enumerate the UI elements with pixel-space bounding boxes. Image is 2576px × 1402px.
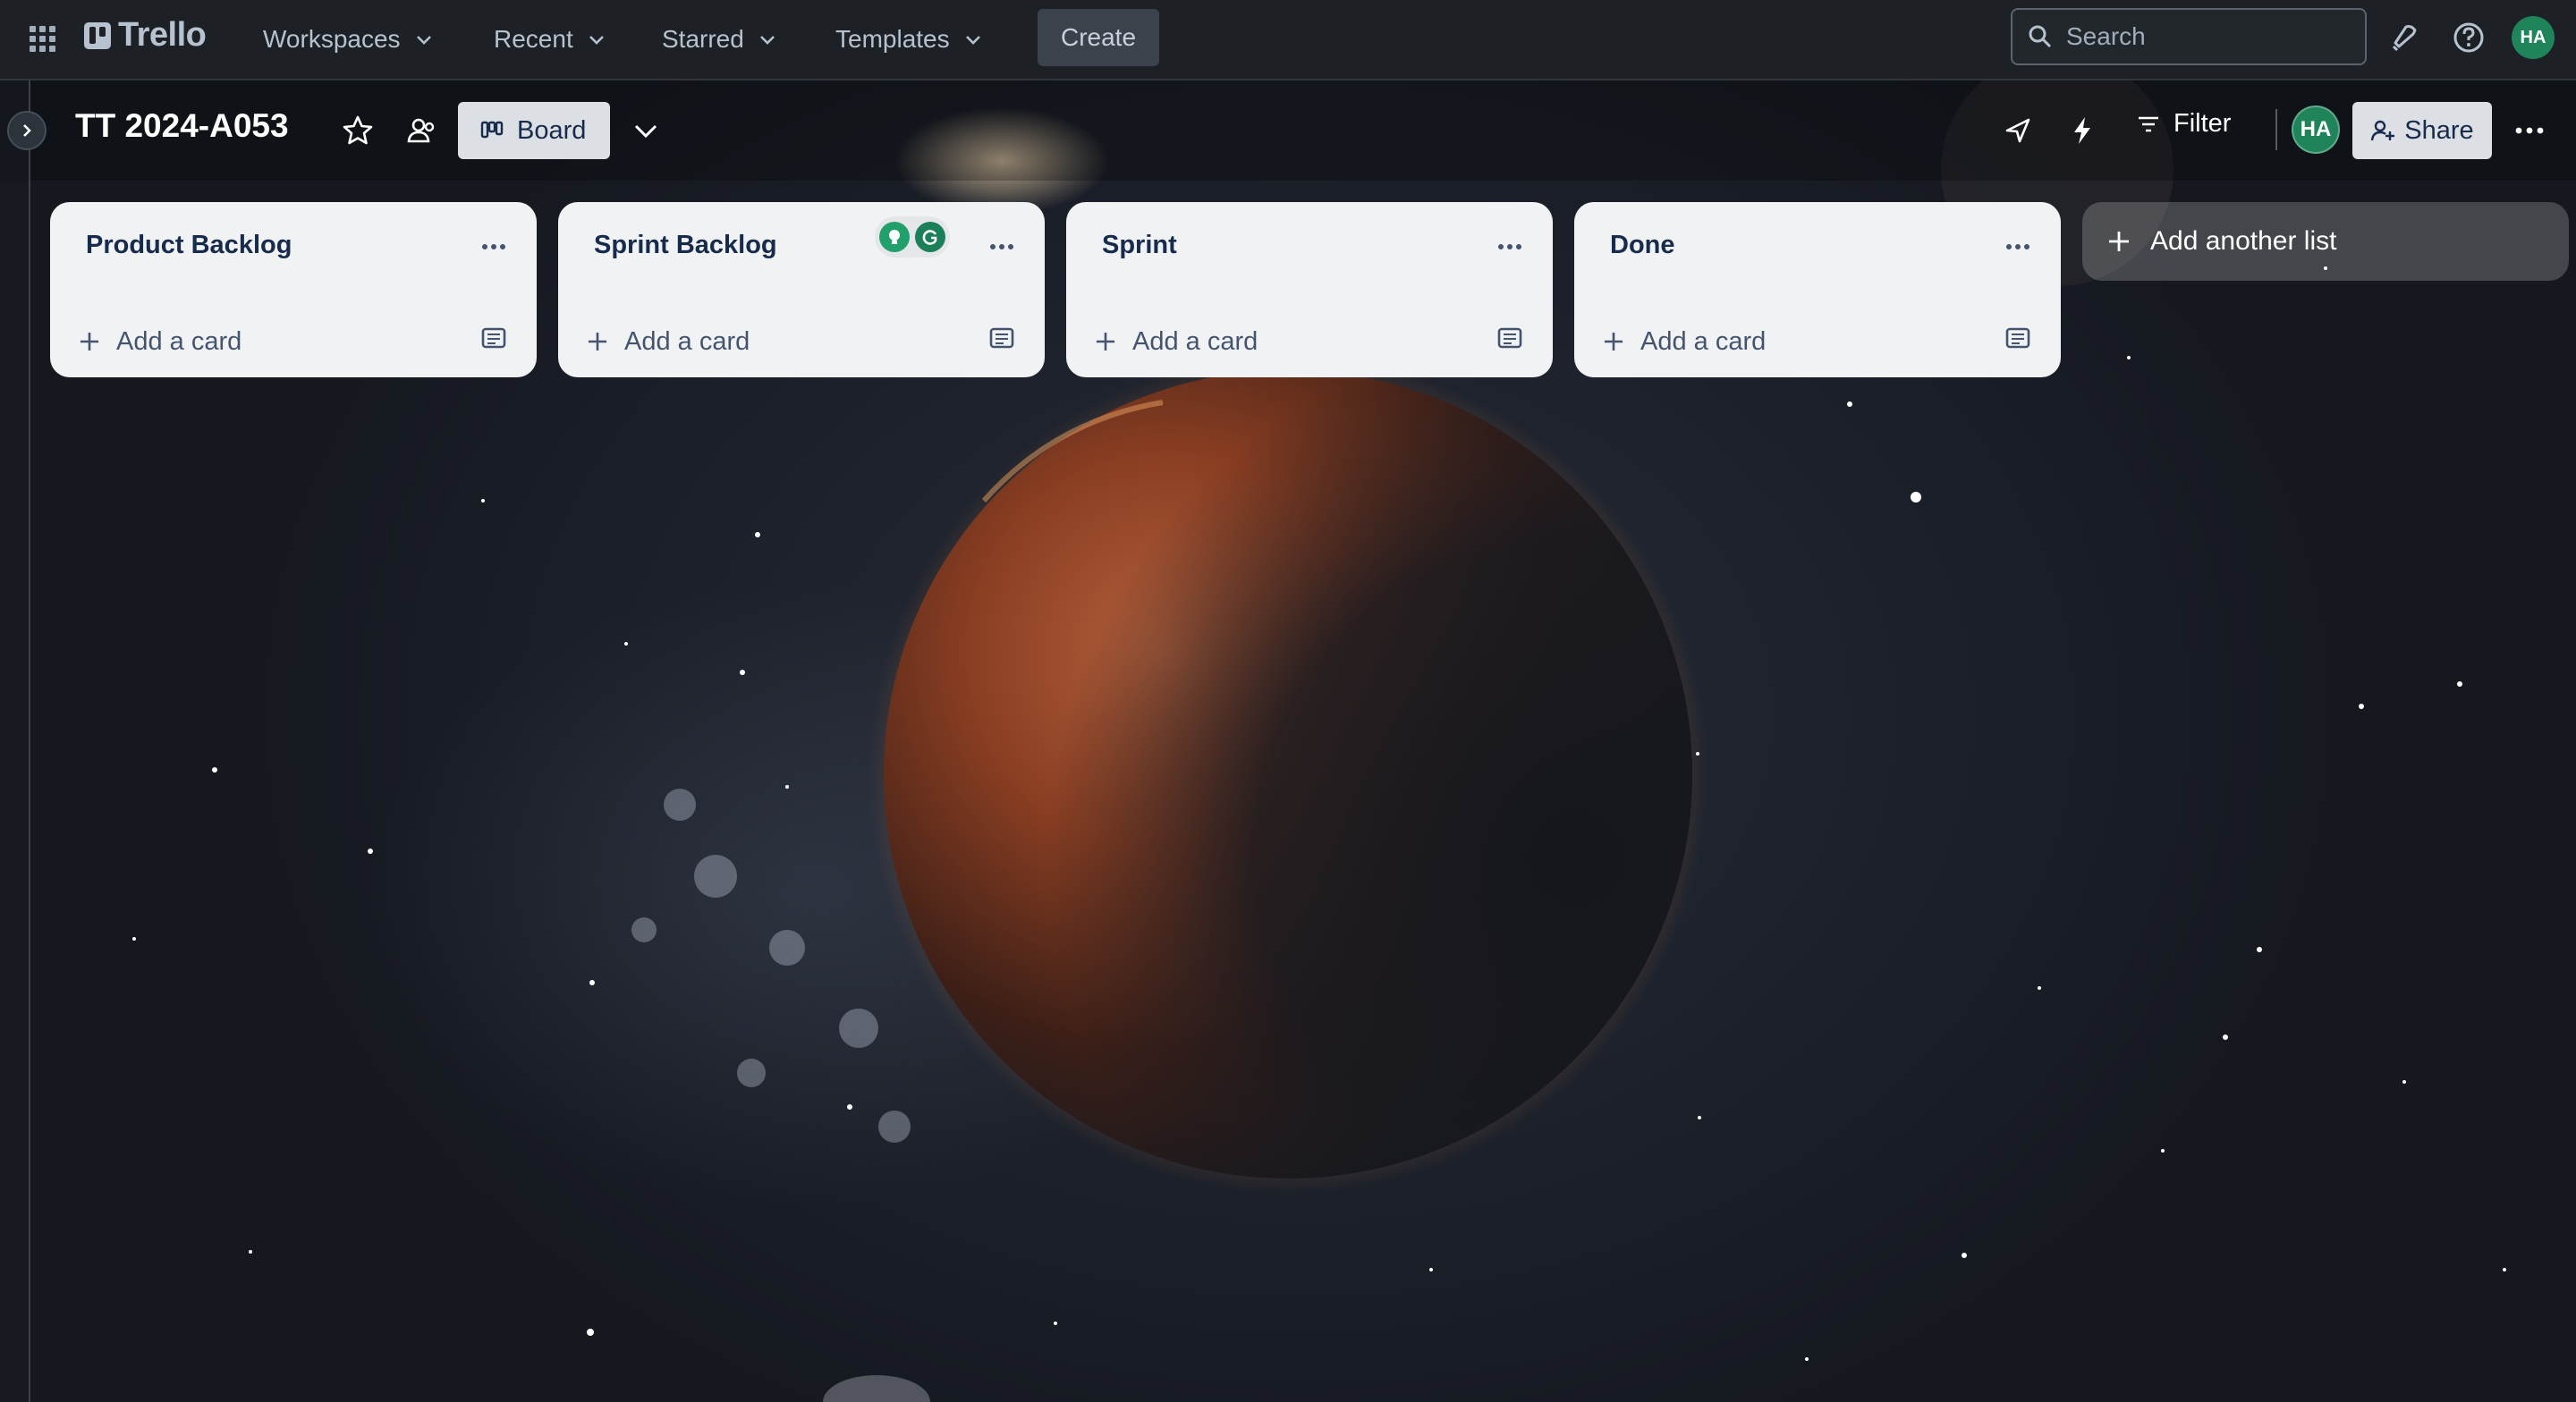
starred-label: Starred: [662, 25, 744, 53]
create-from-template-icon[interactable]: [2002, 322, 2034, 354]
user-avatar[interactable]: HA: [2512, 16, 2555, 59]
add-card-button[interactable]: Add a card: [77, 317, 453, 367]
search-box[interactable]: [2011, 8, 2367, 65]
expand-sidebar-button[interactable]: [7, 111, 47, 150]
add-member-icon: [2371, 120, 2395, 141]
chevron-down-icon: [416, 36, 431, 45]
plus-icon: [589, 333, 606, 350]
header-divider: [2275, 109, 2277, 150]
recent-label: Recent: [494, 25, 573, 53]
grid-icon[interactable]: [27, 23, 59, 55]
add-card-label: Add a card: [116, 326, 242, 356]
add-another-list-label: Add another list: [2150, 226, 2337, 256]
add-card-label: Add a card: [1132, 326, 1258, 356]
list-actions-icon[interactable]: [984, 229, 1020, 265]
workspaces-label: Workspaces: [263, 25, 401, 53]
starred-menu[interactable]: Starred: [662, 20, 778, 59]
list-actions-icon[interactable]: [1492, 229, 1528, 265]
grammarly-extension-icon[interactable]: [915, 222, 945, 252]
trello-logo-icon: [84, 21, 111, 49]
board-view-label: Board: [517, 115, 587, 145]
chevron-right-icon: [23, 124, 31, 137]
trello-logo[interactable]: Trello: [84, 16, 207, 55]
plus-icon: [2109, 232, 2129, 251]
board-view-icon: [480, 121, 504, 139]
trello-logo-text: Trello: [118, 16, 207, 54]
create-from-template-icon[interactable]: [986, 322, 1018, 354]
chevron-down-icon: [965, 36, 980, 45]
list-done: Done Add a card: [1574, 202, 2061, 377]
help-icon[interactable]: [2451, 20, 2487, 55]
create-from-template-icon[interactable]: [1494, 322, 1526, 354]
power-ups-icon[interactable]: [2000, 113, 2036, 148]
more-options-icon[interactable]: [2512, 113, 2547, 148]
chevron-down-icon: [589, 36, 604, 45]
filter-label: Filter: [2174, 109, 2232, 138]
list-title[interactable]: Sprint: [1102, 231, 1177, 260]
plus-icon: [1097, 333, 1114, 350]
search-icon: [2029, 25, 2052, 48]
list-actions-icon[interactable]: [476, 229, 512, 265]
add-card-button[interactable]: Add a card: [1601, 317, 1977, 367]
chevron-down-icon: [759, 36, 775, 45]
templates-label: Templates: [835, 25, 950, 53]
templates-menu[interactable]: Templates: [835, 20, 984, 59]
list-actions-icon[interactable]: [2000, 229, 2036, 265]
filter-icon: [2139, 116, 2158, 131]
board-view-button[interactable]: Board: [458, 102, 610, 159]
chevron-down-icon[interactable]: [628, 113, 664, 148]
add-another-list-button[interactable]: Add another list: [2082, 202, 2569, 281]
search-input[interactable]: [2064, 21, 2354, 52]
recent-menu[interactable]: Recent: [494, 20, 607, 59]
lightbulb-extension-icon[interactable]: [879, 222, 910, 252]
add-card-label: Add a card: [1640, 326, 1767, 356]
add-card-button[interactable]: Add a card: [1093, 317, 1469, 367]
share-label: Share: [2404, 115, 2474, 145]
board-member-avatar[interactable]: HA: [2292, 106, 2340, 154]
list-sprint: Sprint Add a card: [1066, 202, 1553, 377]
plus-icon: [80, 333, 98, 350]
extension-badges[interactable]: [875, 216, 950, 258]
list-title[interactable]: Product Backlog: [86, 231, 292, 260]
list-product-backlog: Product Backlog Add a card: [50, 202, 537, 377]
automation-icon[interactable]: [2064, 113, 2100, 148]
list-sprint-backlog: Sprint Backlog Add a card: [558, 202, 1045, 377]
workspaces-menu[interactable]: Workspaces: [263, 20, 435, 59]
plus-icon: [1605, 333, 1623, 350]
visibility-workspace-icon[interactable]: [404, 113, 440, 148]
list-title[interactable]: Sprint Backlog: [594, 231, 777, 260]
share-button[interactable]: Share: [2352, 102, 2492, 159]
add-card-label: Add a card: [624, 326, 750, 356]
add-card-button[interactable]: Add a card: [585, 317, 961, 367]
notifications-icon[interactable]: [2386, 20, 2422, 55]
list-title[interactable]: Done: [1610, 231, 1675, 260]
top-navigation-bar: Trello Workspaces Recent Starred Templat…: [0, 0, 2576, 80]
board-title[interactable]: TT 2024-A053: [75, 107, 289, 145]
collapsed-sidebar: [0, 80, 30, 1402]
create-from-template-icon[interactable]: [478, 322, 510, 354]
star-icon[interactable]: [340, 113, 376, 148]
create-button[interactable]: Create: [1038, 9, 1159, 66]
filter-button[interactable]: Filter: [2136, 109, 2231, 139]
